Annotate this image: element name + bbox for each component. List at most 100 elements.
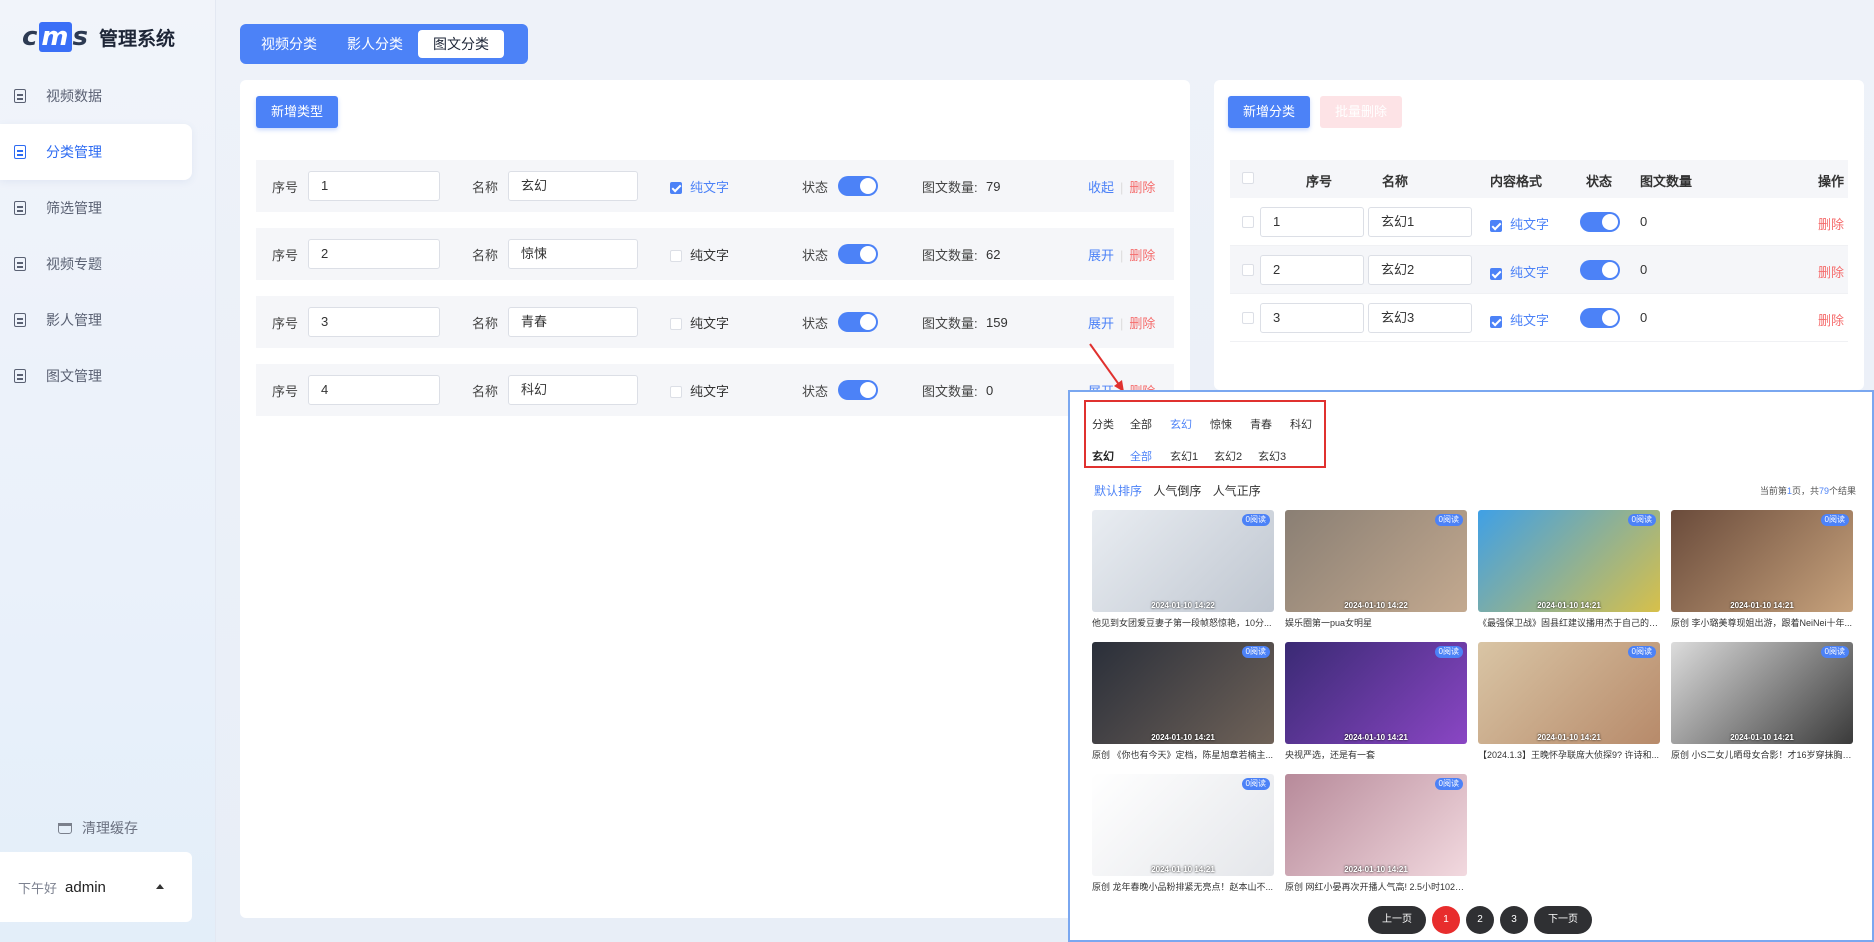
status-switch[interactable] — [1580, 260, 1620, 280]
name-input[interactable]: 科幻 — [508, 375, 638, 405]
delete-link[interactable]: 删除 — [1129, 248, 1155, 263]
order-input[interactable]: 3 — [1260, 303, 1364, 333]
filter-option-active[interactable]: 全部 — [1130, 448, 1152, 464]
status-switch[interactable] — [1580, 212, 1620, 232]
row-checkbox[interactable] — [1242, 216, 1254, 228]
article-title[interactable]: 原创 龙年春晚小品粉排紧无亮点！赵本山不... — [1092, 880, 1274, 893]
article-card[interactable]: 0阅读 2024-01-10 14:21 央视严选，还是有一套 — [1285, 642, 1467, 761]
text-only-checkbox[interactable]: 纯文字 — [670, 177, 729, 196]
status-switch[interactable] — [838, 176, 878, 196]
text-only-checkbox[interactable]: 纯文字 — [670, 313, 729, 332]
article-card[interactable]: 0阅读 2024-01-10 14:21 【2024.1.3】王晚怀孕联席大侦探9?… — [1478, 642, 1660, 761]
next-page-button[interactable]: 下一页 — [1534, 906, 1592, 934]
select-all-checkbox[interactable] — [1242, 172, 1254, 184]
filter-option[interactable]: 玄幻2 — [1214, 448, 1242, 464]
article-card[interactable]: 0阅读 2024-01-10 14:22 娱乐圈第一pua女明星 — [1285, 510, 1467, 629]
status-switch[interactable] — [838, 244, 878, 264]
tab-people-category[interactable]: 影人分类 — [332, 30, 418, 58]
page-button-current[interactable]: 1 — [1432, 906, 1460, 934]
filter-option[interactable]: 惊悚 — [1210, 416, 1232, 432]
filter-option[interactable]: 玄幻1 — [1170, 448, 1198, 464]
order-input[interactable]: 3 — [308, 307, 440, 337]
format-checkbox[interactable]: 纯文字 — [1490, 262, 1549, 281]
format-label: 纯文字 — [1510, 265, 1550, 280]
read-count-badge: 0阅读 — [1241, 646, 1270, 658]
status-switch[interactable] — [838, 312, 878, 332]
delete-link[interactable]: 删除 — [1129, 180, 1155, 195]
text-only-checkbox[interactable]: 纯文字 — [670, 381, 729, 400]
article-card[interactable]: 0阅读 2024-01-10 14:21 《最强保卫战》固县红建议播用杰于自己的选择 — [1478, 510, 1660, 629]
page-button[interactable]: 2 — [1466, 906, 1494, 934]
article-title[interactable]: 娱乐圈第一pua女明星 — [1285, 616, 1467, 629]
delete-link[interactable]: 删除 — [1818, 262, 1844, 281]
name-input[interactable]: 玄幻3 — [1368, 303, 1472, 333]
sidebar-item-filter-management[interactable]: 筛选管理 — [0, 180, 192, 236]
order-input[interactable]: 1 — [1260, 207, 1364, 237]
sidebar-item-video-data[interactable]: 视频数据 — [0, 68, 192, 124]
name-input[interactable]: 玄幻 — [508, 171, 638, 201]
row-checkbox[interactable] — [1242, 264, 1254, 276]
article-title[interactable]: 原创 小S二女儿晒母女合影！才16岁穿抹胸超... — [1671, 748, 1853, 761]
sidebar-item-people-management[interactable]: 影人管理 — [0, 292, 192, 348]
sort-popularity-asc[interactable]: 人气正序 — [1213, 484, 1261, 498]
text-only-checkbox[interactable]: 纯文字 — [670, 245, 729, 264]
article-card[interactable]: 0阅读 2024-01-10 14:22 他见到女团爱豆妻子第一段帧怒惊艳，10分.… — [1092, 510, 1274, 629]
format-checkbox[interactable]: 纯文字 — [1490, 214, 1549, 233]
count-label: 图文数量: — [922, 179, 978, 195]
delete-link[interactable]: 删除 — [1129, 316, 1155, 331]
filter-option-active[interactable]: 玄幻 — [1170, 416, 1192, 432]
filter-option[interactable]: 青春 — [1250, 416, 1272, 432]
article-title[interactable]: 《最强保卫战》固县红建议播用杰于自己的选择 — [1478, 616, 1660, 629]
article-title[interactable]: 【2024.1.3】王晚怀孕联席大侦探9? 许诗和... — [1478, 748, 1660, 761]
text-only-label: 纯文字 — [690, 315, 730, 331]
sort-popularity-desc[interactable]: 人气倒序 — [1153, 484, 1201, 498]
name-input[interactable]: 惊悚 — [508, 239, 638, 269]
order-input[interactable]: 2 — [1260, 255, 1364, 285]
expand-link[interactable]: 展开 — [1088, 316, 1114, 331]
tab-video-category[interactable]: 视频分类 — [246, 30, 332, 58]
clear-cache-button[interactable]: 清理缓存 — [58, 818, 138, 838]
batch-delete-button[interactable]: 批量删除 — [1320, 96, 1403, 128]
article-title[interactable]: 原创 《你也有今天》定档，陈星旭章若楠主... — [1092, 748, 1274, 761]
order-input[interactable]: 1 — [308, 171, 440, 201]
sidebar-item-article-management[interactable]: 图文管理 — [0, 348, 192, 404]
row-checkbox[interactable] — [1242, 312, 1254, 324]
article-card[interactable]: 0阅读 2024-01-10 14:21 原创 网红小晏再次开播人气高! 2.5小时… — [1285, 774, 1467, 893]
tab-article-category[interactable]: 图文分类 — [418, 30, 504, 58]
add-type-button[interactable]: 新增类型 — [256, 96, 339, 128]
sort-default[interactable]: 默认排序 — [1094, 484, 1142, 498]
status-switch[interactable] — [838, 380, 878, 400]
name-input[interactable]: 玄幻1 — [1368, 207, 1472, 237]
add-category-button[interactable]: 新增分类 — [1228, 96, 1311, 128]
article-card[interactable]: 0阅读 2024-01-10 14:21 原创 龙年春晚小品粉排紧无亮点！赵本山不.… — [1092, 774, 1274, 893]
sidebar-item-video-topics[interactable]: 视频专题 — [0, 236, 192, 292]
format-checkbox[interactable]: 纯文字 — [1490, 310, 1549, 329]
order-input[interactable]: 2 — [308, 239, 440, 269]
filter-option[interactable]: 玄幻3 — [1258, 448, 1286, 464]
publish-time: 2024-01-10 14:22 — [1344, 601, 1408, 610]
publish-time: 2024-01-10 14:21 — [1537, 733, 1601, 742]
text-only-label: 纯文字 — [690, 247, 730, 263]
article-title[interactable]: 他见到女团爱豆妻子第一段帧怒惊艳，10分... — [1092, 616, 1274, 629]
status-switch[interactable] — [1580, 308, 1620, 328]
article-card[interactable]: 0阅读 2024-01-10 14:21 原创 李小璐美尊现姐出游，跟着NeiNei… — [1671, 510, 1853, 629]
article-card[interactable]: 0阅读 2024-01-10 14:21 原创 小S二女儿晒母女合影！才16岁穿抹胸… — [1671, 642, 1853, 761]
name-input[interactable]: 玄幻2 — [1368, 255, 1472, 285]
filter-option[interactable]: 科幻 — [1290, 416, 1312, 432]
collapse-link[interactable]: 收起 — [1088, 180, 1114, 195]
article-title[interactable]: 央视严选，还是有一套 — [1285, 748, 1467, 761]
name-input[interactable]: 青春 — [508, 307, 638, 337]
delete-link[interactable]: 删除 — [1818, 310, 1844, 329]
sidebar-item-category-management[interactable]: 分类管理 — [0, 124, 192, 180]
read-count-badge: 0阅读 — [1627, 646, 1656, 658]
delete-link[interactable]: 删除 — [1818, 214, 1844, 233]
article-title[interactable]: 原创 网红小晏再次开播人气高! 2.5小时1023... — [1285, 880, 1467, 893]
user-menu[interactable]: 下午好 admin — [0, 852, 192, 922]
article-title[interactable]: 原创 李小璐美尊现姐出游，跟着NeiNei十年... — [1671, 616, 1853, 629]
page-button[interactable]: 3 — [1500, 906, 1528, 934]
article-card[interactable]: 0阅读 2024-01-10 14:21 原创 《你也有今天》定档，陈星旭章若楠主.… — [1092, 642, 1274, 761]
expand-link[interactable]: 展开 — [1088, 248, 1114, 263]
order-input[interactable]: 4 — [308, 375, 440, 405]
prev-page-button[interactable]: 上一页 — [1368, 906, 1426, 934]
filter-option[interactable]: 全部 — [1130, 416, 1152, 432]
